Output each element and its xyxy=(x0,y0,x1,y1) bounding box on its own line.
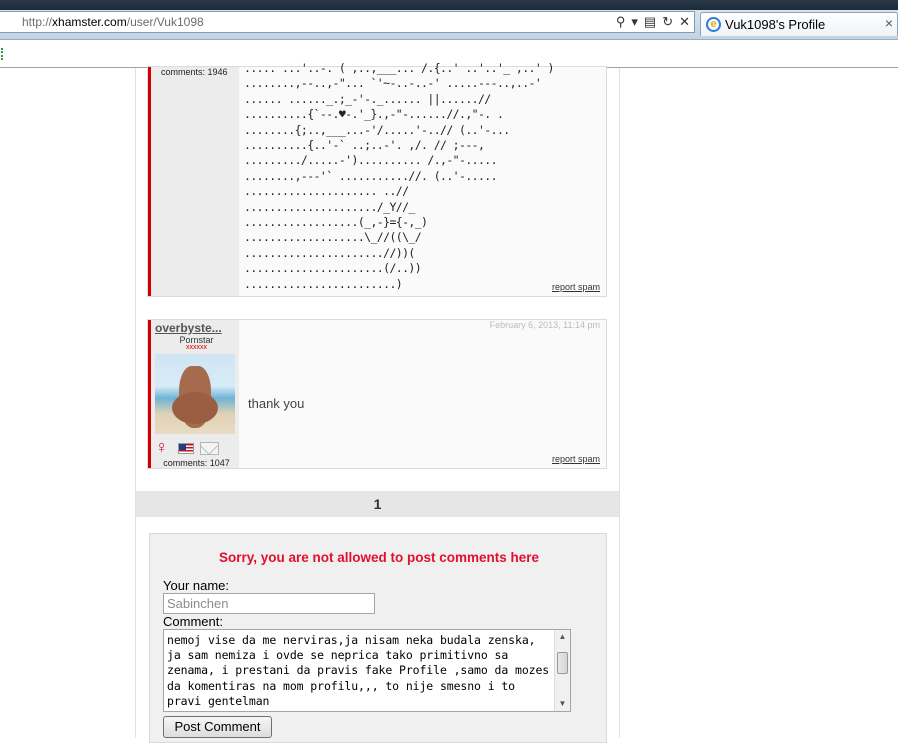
us-flag-icon xyxy=(178,442,194,454)
comment-count: comments: 1047 xyxy=(163,458,230,468)
address-url[interactable]: http://xhamster.com/user/Vuk1098 xyxy=(22,15,204,29)
window-titlebar xyxy=(0,0,898,10)
report-spam-link[interactable]: report spam xyxy=(552,454,600,464)
textarea-scrollbar[interactable]: ▲ ▼ xyxy=(554,630,570,711)
ascii-art-line: ..................... ..// xyxy=(244,184,409,199)
toolbar-grip[interactable] xyxy=(1,48,4,60)
comment-textarea[interactable]: nemoj vise da me nerviras,ja nisam neka … xyxy=(163,629,571,712)
ie-logo-icon: e xyxy=(706,17,721,32)
page-number-current[interactable]: 1 xyxy=(374,496,382,512)
comment-item: overbyste... Pornstar xxxxxx ♀ comments:… xyxy=(147,319,607,469)
ascii-art-line: ........,--..,-"... `'~-..-..-' .....---… xyxy=(244,76,542,91)
compat-view-icon[interactable]: ▤ xyxy=(644,14,656,30)
female-icon: ♀ xyxy=(155,437,169,457)
ascii-art-line: ........{;..,___...-'/.....'-..// (..'-.… xyxy=(244,122,510,137)
ascii-art-text: ..... ...'..-. ( ,..,___... /.{..' ..'..… xyxy=(244,61,554,292)
ascii-art-line: ........,---'` ...........//. (..'-..... xyxy=(244,168,498,183)
comment-body: February 6, 2013, 11:14 pm thank you rep… xyxy=(244,320,602,468)
scroll-down-icon[interactable]: ▼ xyxy=(555,697,570,711)
ascii-art-line: ......................//))( xyxy=(244,245,415,260)
ascii-art-line: ........................) xyxy=(244,276,403,291)
tab-title: Vuk1098's Profile xyxy=(725,17,826,32)
comment-form: Sorry, you are not allowed to post comme… xyxy=(149,533,607,743)
comment-textarea-text[interactable]: nemoj vise da me nerviras,ja nisam neka … xyxy=(167,633,552,709)
browser-tab[interactable]: e Vuk1098's Profile × xyxy=(700,12,898,36)
ascii-art-line: ...................\_//((\_/ xyxy=(244,230,422,245)
ascii-art-line: ..........{`--.♥-.'_}.,-"-......//.,"-. … xyxy=(244,107,504,122)
tab-close-icon[interactable]: × xyxy=(885,15,893,31)
user-icons: ♀ xyxy=(155,438,219,458)
report-spam-link[interactable]: report spam xyxy=(552,282,600,292)
refresh-icon[interactable]: ↻ xyxy=(662,14,673,30)
ascii-art-line: ...................../_Y//_ xyxy=(244,199,415,214)
ascii-art-line: ......................(/..)) xyxy=(244,261,422,276)
dropdown-icon[interactable]: ▾ xyxy=(631,14,638,30)
address-bar[interactable]: http://xhamster.com/user/Vuk1098 ⚲ ▾ ▤ ↻… xyxy=(0,11,695,33)
ascii-art-line: ........./.....-').......... /.,-"-..... xyxy=(244,153,498,168)
page-content: comments: 1946 ..... ...'..-. ( ,..,___.… xyxy=(135,61,620,743)
comment-body: ..... ...'..-. ( ,..,___... /.{..' ..'..… xyxy=(244,61,602,296)
scroll-up-icon[interactable]: ▲ xyxy=(555,630,570,644)
pagination: 1 xyxy=(136,491,619,517)
comment-item: comments: 1946 ..... ...'..-. ( ,..,___.… xyxy=(147,61,607,297)
comment-username[interactable]: overbyste... xyxy=(155,321,222,335)
post-comment-button[interactable]: Post Comment xyxy=(163,716,272,738)
comment-author-panel: overbyste... Pornstar xxxxxx ♀ comments:… xyxy=(148,320,239,468)
ascii-art-line: ..... ...'..-. ( ,..,___... /.{..' ..'..… xyxy=(244,61,554,75)
rank-stars: xxxxxx xyxy=(186,344,207,351)
ascii-art-line: ...... ......_.;_-'-._...... ||......// xyxy=(244,91,491,106)
name-label: Your name: xyxy=(163,578,230,593)
stop-icon[interactable]: ✕ xyxy=(679,14,690,30)
comment-count: comments: 1946 xyxy=(161,67,228,77)
browser-nav-row: http://xhamster.com/user/Vuk1098 ⚲ ▾ ▤ ↻… xyxy=(0,10,898,40)
mail-icon[interactable] xyxy=(200,441,219,455)
search-icon[interactable]: ⚲ xyxy=(616,14,626,30)
comment-author-panel: comments: 1946 xyxy=(148,67,239,296)
name-field[interactable] xyxy=(163,593,375,614)
scroll-thumb[interactable] xyxy=(557,652,568,674)
comment-date: February 6, 2013, 11:14 pm xyxy=(489,320,600,330)
address-bar-icons: ⚲ ▾ ▤ ↻ ✕ xyxy=(616,14,690,30)
not-allowed-notice: Sorry, you are not allowed to post comme… xyxy=(218,550,540,565)
avatar[interactable] xyxy=(155,354,235,434)
comment-label: Comment: xyxy=(163,614,223,629)
ascii-art-line: ..................(_,-}={-,_) xyxy=(244,215,428,230)
comment-text: thank you xyxy=(248,396,305,411)
ascii-art-line: ..........{..'-` ..;..-'. ,/. // ;---, xyxy=(244,138,485,153)
